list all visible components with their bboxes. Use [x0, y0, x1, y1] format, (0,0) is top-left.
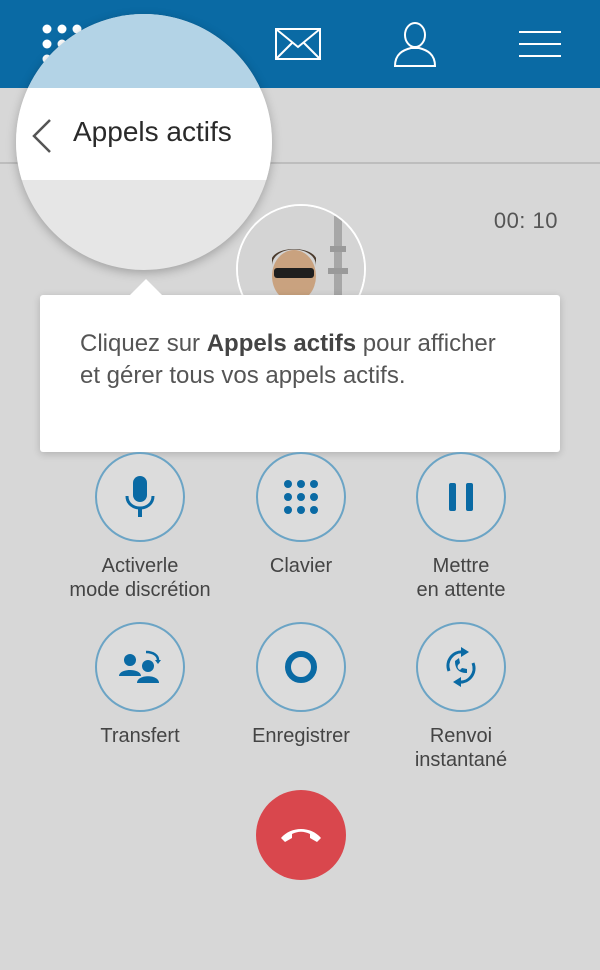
page-title[interactable]: Appels actifs: [73, 116, 232, 148]
keypad-label: Clavier: [269, 555, 333, 577]
transfer-label: Transfert: [100, 725, 180, 747]
nav-mail-button[interactable]: [268, 18, 328, 70]
mute-button[interactable]: [95, 452, 185, 542]
record-label: Enregistrer: [252, 725, 350, 747]
mute-label: Activerle mode discrétion: [69, 555, 211, 601]
tooltip-text: Cliquez sur Appels actifs pour afficher …: [80, 328, 520, 392]
hold-button[interactable]: [416, 452, 506, 542]
hold-action[interactable]: Mettre en attente: [381, 452, 541, 602]
hangup-icon: [281, 829, 321, 842]
forward-call-icon: [446, 647, 476, 687]
contacts-icon: [393, 22, 437, 67]
microphone-icon: [125, 476, 155, 517]
nav-menu-button[interactable]: [510, 18, 570, 70]
call-timer: 00: 10: [493, 208, 558, 233]
record-action[interactable]: Enregistrer: [221, 622, 381, 748]
keypad-button[interactable]: [256, 452, 346, 542]
pause-icon: [449, 483, 473, 511]
keypad-icon: [284, 480, 318, 514]
tooltip-text-before: Cliquez sur: [80, 330, 207, 357]
mute-action[interactable]: Activerle mode discrétion: [60, 452, 220, 602]
hangup-button[interactable]: [256, 790, 346, 880]
forward-label: Renvoi instantané: [414, 725, 508, 771]
help-tooltip: Cliquez sur Appels actifs pour afficher …: [40, 279, 560, 452]
mail-icon: [275, 28, 321, 60]
forward-button[interactable]: [416, 622, 506, 712]
hold-label: Mettre en attente: [416, 555, 506, 601]
transfer-icon: [119, 650, 161, 683]
nav-contacts-button[interactable]: [385, 18, 445, 70]
chevron-left-icon[interactable]: [30, 118, 54, 154]
transfer-button[interactable]: [95, 622, 185, 712]
menu-icon: [519, 31, 561, 57]
forward-action[interactable]: Renvoi instantané: [381, 622, 541, 772]
transfer-action[interactable]: Transfert: [60, 622, 220, 748]
tooltip-text-bold: Appels actifs: [206, 330, 357, 357]
keypad-action[interactable]: Clavier: [221, 452, 381, 578]
magnified-topbar: [16, 14, 272, 88]
record-icon: [285, 651, 317, 683]
magnifier-callout: Appels actifs: [16, 14, 272, 270]
record-button[interactable]: [256, 622, 346, 712]
